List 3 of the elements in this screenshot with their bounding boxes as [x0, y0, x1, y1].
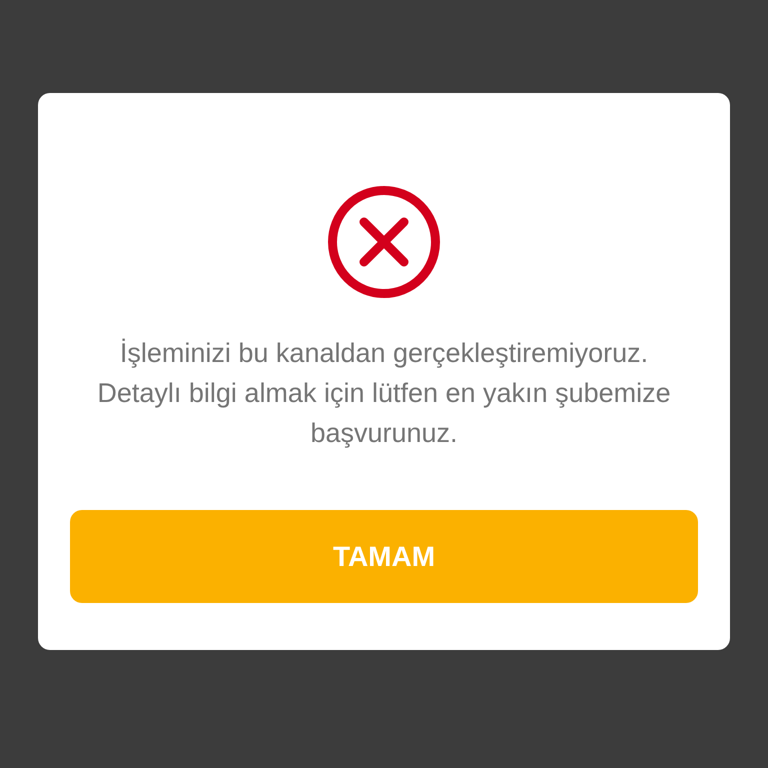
error-icon	[328, 186, 440, 298]
error-message: İşleminizi bu kanaldan gerçekleştiremiyoruz. Detaylı bilgi almak için lütfen en yakın şubemize başvurunuz.	[96, 337, 672, 450]
ok-button[interactable]: TAMAM	[70, 510, 698, 603]
